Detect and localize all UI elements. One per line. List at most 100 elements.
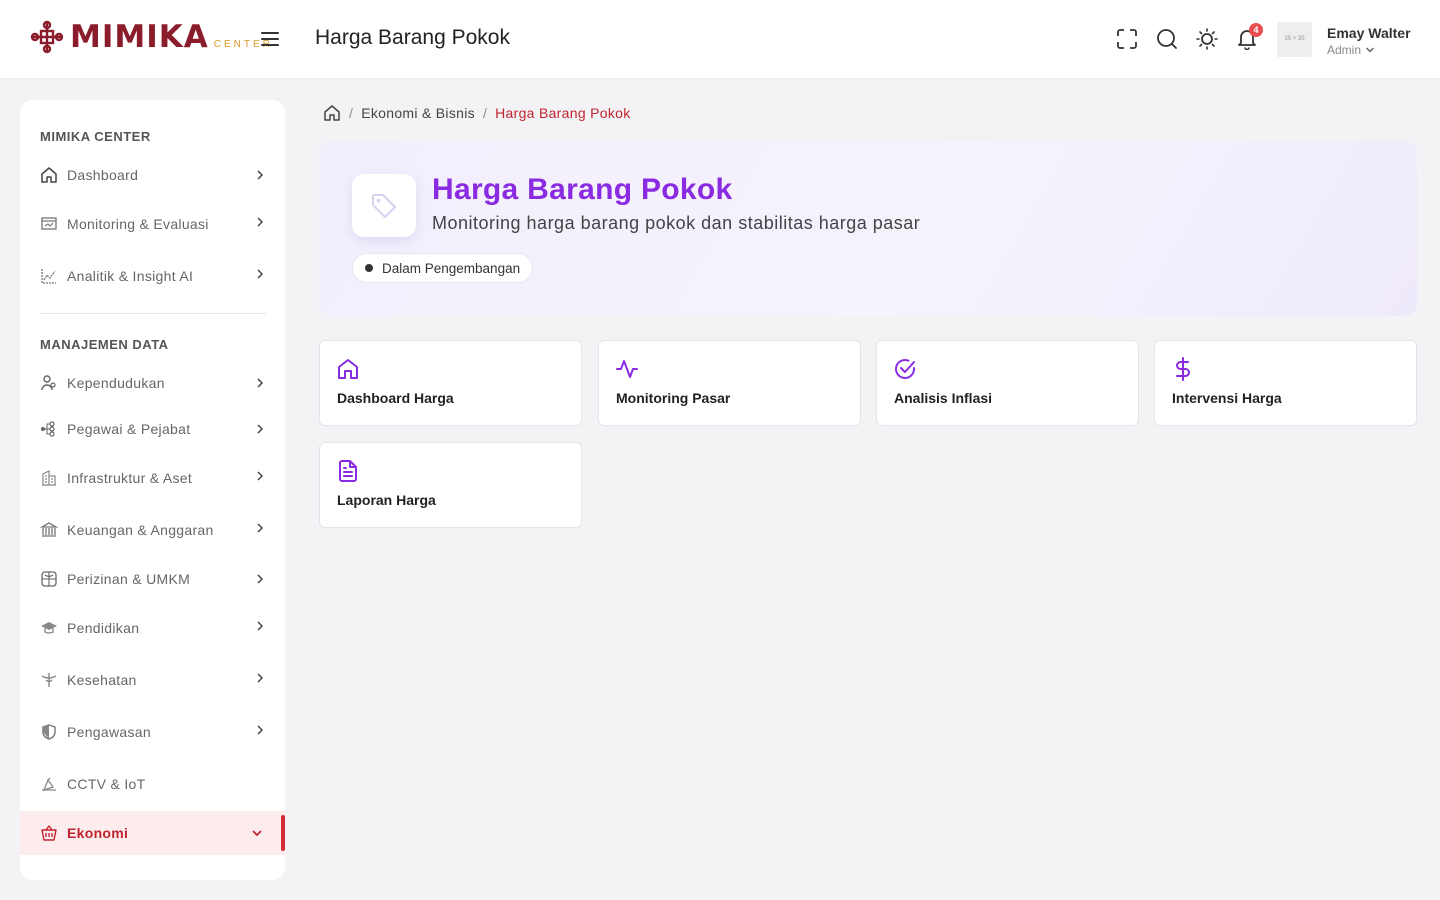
card-analisis-inflasi[interactable]: Analisis Inflasi — [876, 340, 1139, 426]
fullscreen-icon[interactable] — [1116, 28, 1138, 50]
file-text-icon — [339, 460, 357, 482]
chevron-right-icon — [257, 269, 264, 279]
chevron-right-icon — [257, 574, 264, 584]
sidebar-item-label: Perizinan & UMKM — [67, 571, 191, 587]
sidebar-item-pengawasan[interactable]: Pengawasan — [20, 710, 285, 754]
sidebar-item-label: Kependudukan — [67, 375, 165, 391]
org-icon — [41, 421, 55, 437]
bank-icon — [40, 522, 58, 537]
user-role-label: Admin — [1327, 43, 1362, 57]
chevron-down-icon — [1365, 47, 1375, 53]
sidebar-item-label: CCTV & IoT — [67, 776, 146, 792]
shield-icon — [42, 724, 56, 740]
user-role-dropdown[interactable]: Admin — [1327, 43, 1375, 57]
sidebar-item-label: Kesehatan — [67, 672, 137, 688]
logo[interactable]: MIMIKA CENTER — [30, 20, 273, 54]
sidebar-item-keuangan[interactable]: Keuangan & Anggaran — [20, 508, 285, 552]
avatar[interactable]: 35 × 35 — [1277, 22, 1312, 57]
caduceus-icon — [41, 673, 57, 687]
users-icon — [41, 375, 56, 391]
theme-toggle-icon[interactable] — [1196, 28, 1218, 50]
page-title: Harga Barang Pokok — [315, 26, 510, 49]
hero-subtitle: Monitoring harga barang pokok dan stabil… — [432, 213, 921, 233]
sidebar-section-title: MIMIKA CENTER — [40, 129, 151, 144]
check-circle-icon — [895, 359, 915, 379]
chevron-right-icon — [257, 217, 264, 227]
breadcrumb-separator: / — [482, 105, 488, 121]
active-indicator — [281, 815, 285, 851]
dollar-icon — [1176, 357, 1190, 381]
hero-title: Harga Barang Pokok — [432, 173, 733, 206]
tag-icon — [372, 193, 396, 218]
sidebar-item-cctv[interactable]: CCTV & IoT — [20, 762, 285, 806]
activity-icon — [616, 360, 638, 378]
hero-banner: Harga Barang Pokok Monitoring harga bara… — [319, 141, 1417, 316]
sidebar-section-title: MANAJEMEN DATA — [40, 337, 169, 352]
home-icon — [338, 359, 358, 379]
chevron-right-icon — [257, 621, 264, 631]
sidebar-item-label: Analitik & Insight AI — [67, 268, 194, 284]
sidebar-item-label: Pegawai & Pejabat — [67, 421, 191, 437]
sidebar-item-kesehatan[interactable]: Kesehatan — [20, 658, 285, 702]
home-icon[interactable] — [323, 104, 341, 122]
sidebar-item-ekonomi[interactable]: Ekonomi — [20, 811, 285, 855]
chevron-right-icon — [257, 725, 264, 735]
sidebar: MIMIKA CENTER Dashboard Monitoring & Eva… — [20, 100, 285, 880]
sidebar-item-pendidikan[interactable]: Pendidikan — [20, 606, 285, 650]
sidebar-item-dashboard[interactable]: Dashboard — [20, 153, 285, 197]
breadcrumb-current: Harga Barang Pokok — [495, 105, 631, 121]
sidebar-divider — [40, 313, 266, 314]
chevron-right-icon — [257, 170, 264, 180]
card-label: Analisis Inflasi — [894, 390, 993, 406]
card-laporan-harga[interactable]: Laporan Harga — [319, 442, 582, 528]
chevron-down-icon — [252, 830, 262, 837]
sidebar-item-analitik[interactable]: Analitik & Insight AI — [20, 254, 285, 298]
logo-emblem-icon — [30, 20, 64, 54]
status-badge-label: Dalam Pengembangan — [382, 260, 521, 276]
search-icon[interactable] — [1156, 28, 1178, 50]
top-header: MIMIKA CENTER Harga Barang Pokok 4 35 × … — [0, 0, 1440, 79]
hero-icon-box — [352, 174, 416, 237]
card-label: Intervensi Harga — [1172, 390, 1282, 406]
sidebar-item-pegawai[interactable]: Pegawai & Pejabat — [20, 407, 285, 451]
monitor-icon — [41, 217, 57, 230]
sidebar-item-label: Monitoring & Evaluasi — [67, 216, 209, 232]
card-label: Dashboard Harga — [337, 390, 454, 406]
menu-toggle-icon[interactable] — [259, 30, 281, 48]
building-icon — [42, 470, 56, 486]
cctv-icon — [42, 777, 56, 792]
chevron-right-icon — [257, 523, 264, 533]
card-label: Monitoring Pasar — [616, 390, 731, 406]
graduation-cap-icon — [41, 622, 57, 634]
sidebar-item-label: Ekonomi — [67, 825, 129, 841]
card-label: Laporan Harga — [337, 492, 436, 508]
globe-icon — [41, 571, 57, 587]
breadcrumb-parent[interactable]: Ekonomi & Bisnis — [361, 105, 475, 121]
card-dashboard-harga[interactable]: Dashboard Harga — [319, 340, 582, 426]
logo-text: MIMIKA — [70, 19, 209, 55]
sidebar-item-perizinan[interactable]: Perizinan & UMKM — [20, 557, 285, 601]
sidebar-item-monitoring[interactable]: Monitoring & Evaluasi — [20, 202, 285, 246]
chevron-right-icon — [257, 471, 264, 481]
sidebar-item-label: Dashboard — [67, 167, 139, 183]
sidebar-item-label: Infrastruktur & Aset — [67, 470, 193, 486]
notification-badge: 4 — [1249, 23, 1263, 37]
chevron-right-icon — [257, 424, 264, 434]
sidebar-item-label: Pengawasan — [67, 724, 151, 740]
sidebar-item-infrastruktur[interactable]: Infrastruktur & Aset — [20, 456, 285, 500]
user-name[interactable]: Emay Walter — [1327, 25, 1411, 41]
status-badge: Dalam Pengembangan — [352, 253, 534, 283]
sidebar-item-kependudukan[interactable]: Kependudukan — [20, 361, 285, 405]
chart-icon — [41, 269, 56, 284]
breadcrumb-separator: / — [349, 105, 354, 121]
home-icon — [41, 167, 57, 183]
card-monitoring-pasar[interactable]: Monitoring Pasar — [598, 340, 861, 426]
card-intervensi-harga[interactable]: Intervensi Harga — [1154, 340, 1417, 426]
chevron-right-icon — [257, 673, 264, 683]
sidebar-item-label: Pendidikan — [67, 620, 140, 636]
sidebar-item-label: Keuangan & Anggaran — [67, 522, 214, 538]
basket-icon — [41, 825, 57, 841]
chevron-right-icon — [257, 378, 264, 388]
status-dot — [365, 264, 373, 272]
breadcrumb: / Ekonomi & Bisnis / Harga Barang Pokok — [323, 104, 631, 122]
